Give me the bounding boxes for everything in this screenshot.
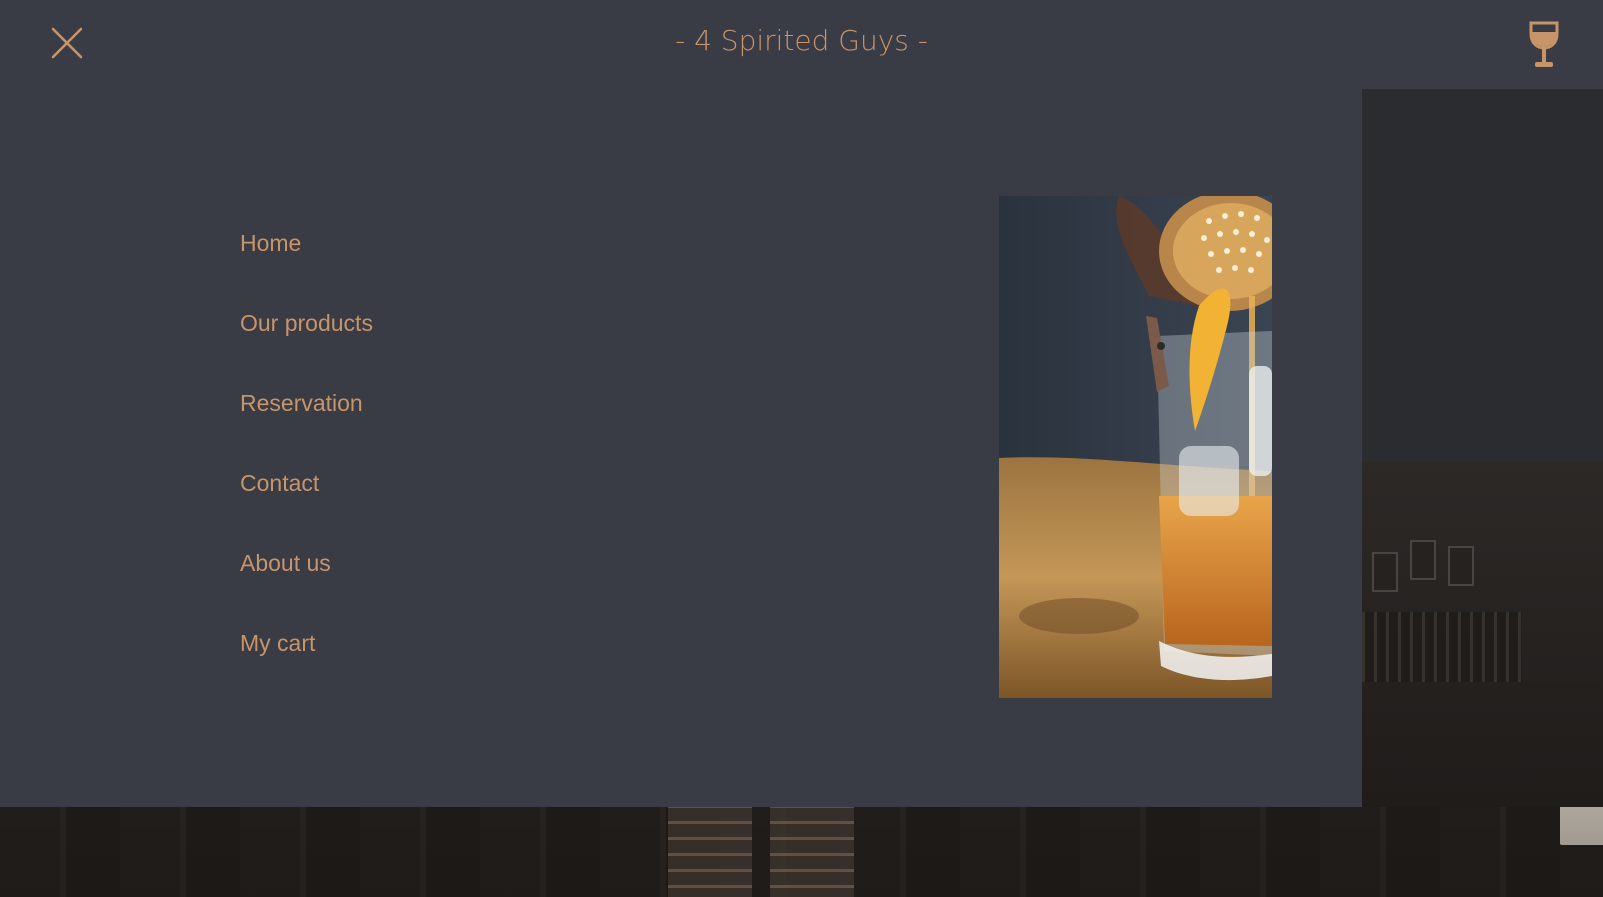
page: - 4 Spirited Guys - Home Our products Re…	[0, 0, 1603, 897]
menu-overlay-panel: Home Our products Reservation Contact Ab…	[0, 89, 1362, 807]
background-frame	[1448, 546, 1474, 586]
wine-glass-icon-graphic	[1529, 21, 1559, 67]
background-frame	[1372, 552, 1398, 592]
nav-link-about-us[interactable]: About us	[240, 549, 331, 577]
nav-link-my-cart[interactable]: My cart	[240, 629, 315, 657]
nav-item-our-products: Our products	[240, 309, 373, 389]
nav-item-contact: Contact	[240, 469, 373, 549]
nav-item-about-us: About us	[240, 549, 373, 629]
background-panel	[1362, 89, 1603, 462]
background-shelf	[770, 805, 854, 897]
brand-title[interactable]: - 4 Spirited Guys -	[0, 24, 1603, 57]
cocktail-photo	[999, 196, 1272, 698]
nav-link-reservation[interactable]: Reservation	[240, 389, 363, 417]
main-navigation: Home Our products Reservation Contact Ab…	[240, 229, 373, 709]
background-frame	[1410, 540, 1436, 580]
background-shelf	[668, 805, 752, 897]
cocktail-photo-graphic	[999, 196, 1272, 698]
background-railing	[1362, 612, 1522, 682]
nav-item-my-cart: My cart	[240, 629, 373, 709]
nav-item-home: Home	[240, 229, 373, 309]
nav-link-contact[interactable]: Contact	[240, 469, 319, 497]
nav-link-our-products[interactable]: Our products	[240, 309, 373, 337]
background-room	[1362, 462, 1603, 807]
nav-link-home[interactable]: Home	[240, 229, 301, 257]
nav-item-reservation: Reservation	[240, 389, 373, 469]
wine-glass-icon[interactable]	[1527, 20, 1561, 70]
top-header: - 4 Spirited Guys -	[0, 0, 1603, 89]
